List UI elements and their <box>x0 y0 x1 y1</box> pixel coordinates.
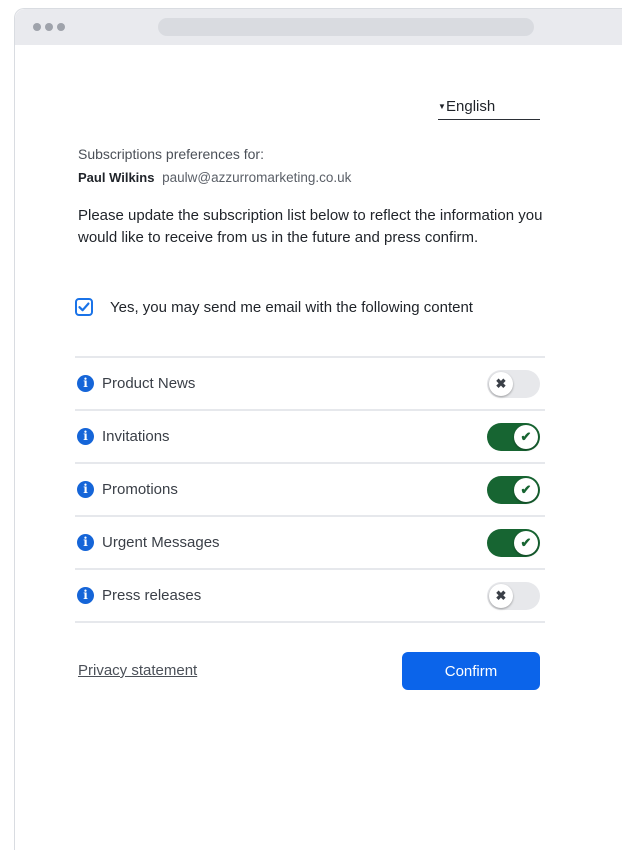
check-icon: ✔ <box>514 531 538 555</box>
info-icon[interactable]: i <box>77 481 94 498</box>
toggle-urgent-messages[interactable]: ✔ <box>487 529 540 557</box>
window-dot-icon[interactable] <box>45 23 53 31</box>
consent-checkbox[interactable] <box>75 298 93 316</box>
toggle-press-releases[interactable]: ✖ <box>487 582 540 610</box>
check-icon: ✔ <box>514 425 538 449</box>
window-controls <box>33 23 65 31</box>
subscription-list: i Product News ✖ i Invitations ✔ i Promo… <box>75 356 545 623</box>
language-label: English <box>446 98 496 115</box>
caret-down-icon: ▼ <box>438 102 446 111</box>
check-icon <box>78 302 90 312</box>
intro-text: Please update the subscription list belo… <box>78 207 543 246</box>
preferences-heading: Subscriptions preferences for: <box>78 146 264 162</box>
confirm-button[interactable]: Confirm <box>402 652 540 690</box>
toggle-product-news[interactable]: ✖ <box>487 370 540 398</box>
user-info: Paul Wilkins paulw@azzurromarketing.co.u… <box>78 170 351 185</box>
subscription-row-urgent-messages: i Urgent Messages ✔ <box>75 517 545 568</box>
subscription-label: Invitations <box>102 428 170 445</box>
toggle-promotions[interactable]: ✔ <box>487 476 540 504</box>
subscription-row-product-news: i Product News ✖ <box>75 358 545 409</box>
address-bar[interactable] <box>158 18 534 36</box>
subscription-label: Product News <box>102 375 196 392</box>
subscription-label: Urgent Messages <box>102 534 220 551</box>
info-icon[interactable]: i <box>77 534 94 551</box>
language-select[interactable]: ▼ English <box>438 97 540 120</box>
subscription-row-press-releases: i Press releases ✖ <box>75 570 545 621</box>
divider <box>75 621 545 623</box>
check-icon: ✔ <box>514 478 538 502</box>
subscription-row-promotions: i Promotions ✔ <box>75 464 545 515</box>
close-icon: ✖ <box>489 584 513 608</box>
toggle-invitations[interactable]: ✔ <box>487 423 540 451</box>
info-icon[interactable]: i <box>77 375 94 392</box>
window-dot-icon[interactable] <box>33 23 41 31</box>
user-name: Paul Wilkins <box>78 170 155 185</box>
window-dot-icon[interactable] <box>57 23 65 31</box>
subscription-label: Press releases <box>102 587 202 604</box>
close-icon: ✖ <box>489 372 513 396</box>
user-email: paulw@azzurromarketing.co.uk <box>162 170 352 185</box>
window-titlebar <box>15 9 622 45</box>
subscription-row-invitations: i Invitations ✔ <box>75 411 545 462</box>
consent-label: Yes, you may send me email with the foll… <box>110 299 473 316</box>
info-icon[interactable]: i <box>77 428 94 445</box>
privacy-statement-link[interactable]: Privacy statement <box>78 662 197 679</box>
info-icon[interactable]: i <box>77 587 94 604</box>
subscription-label: Promotions <box>102 481 178 498</box>
